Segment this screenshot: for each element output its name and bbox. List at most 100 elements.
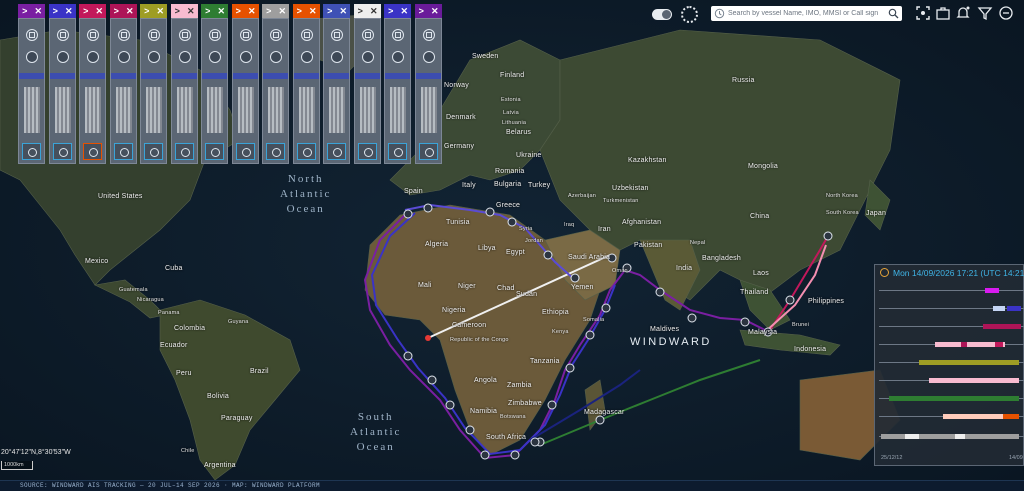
- locate-icon[interactable]: [26, 29, 38, 41]
- timeline-activity-bar[interactable]: [889, 396, 1019, 401]
- satellite-icon[interactable]: [87, 51, 99, 63]
- locate-icon[interactable]: [209, 29, 221, 41]
- satellite-icon[interactable]: [361, 51, 374, 63]
- locate-icon[interactable]: [117, 29, 130, 41]
- close-icon[interactable]: ✕: [123, 4, 137, 18]
- locate-icon[interactable]: [56, 29, 69, 41]
- search-icon[interactable]: [888, 8, 899, 19]
- locate-icon[interactable]: [239, 29, 252, 41]
- vessel-card[interactable]: > ✕: [140, 4, 167, 164]
- timeline-activity-bar[interactable]: [905, 434, 919, 439]
- satellite-icon[interactable]: [117, 51, 130, 63]
- locate-icon[interactable]: [361, 29, 374, 41]
- expand-icon[interactable]: >: [323, 4, 337, 18]
- satellite-icon[interactable]: [148, 51, 160, 63]
- layer-toggle[interactable]: [652, 9, 672, 20]
- satellite-icon[interactable]: [270, 51, 282, 63]
- filter-icon[interactable]: [977, 5, 993, 21]
- locate-icon[interactable]: [300, 29, 313, 41]
- vessel-target-button[interactable]: [296, 143, 316, 160]
- satellite-icon[interactable]: [209, 51, 221, 63]
- expand-icon[interactable]: >: [354, 4, 368, 18]
- vessel-card[interactable]: > ✕: [414, 4, 442, 164]
- close-icon[interactable]: ✕: [367, 4, 381, 18]
- vessel-card[interactable]: > ✕: [384, 4, 411, 164]
- timeline-activity-bar[interactable]: [995, 342, 1003, 347]
- expand-icon[interactable]: >: [18, 4, 32, 18]
- vessel-card[interactable]: > ✕: [353, 4, 381, 164]
- satellite-icon[interactable]: [56, 51, 69, 63]
- locate-icon[interactable]: [392, 29, 404, 41]
- expand-icon[interactable]: >: [415, 4, 429, 18]
- satellite-icon[interactable]: [422, 51, 435, 63]
- vessel-card[interactable]: > ✕: [323, 4, 350, 164]
- focus-icon[interactable]: [915, 5, 931, 21]
- close-icon[interactable]: ✕: [215, 4, 229, 18]
- timeline-activity-bar[interactable]: [943, 414, 1003, 419]
- vessel-search[interactable]: [711, 6, 902, 21]
- close-icon[interactable]: ✕: [337, 4, 351, 18]
- vessel-card[interactable]: > ✕: [48, 4, 76, 164]
- vessel-card[interactable]: > ✕: [262, 4, 289, 164]
- timeline-activity-bar[interactable]: [919, 360, 1019, 365]
- timeline-activity-bar[interactable]: [961, 342, 967, 347]
- close-icon[interactable]: ✕: [245, 4, 259, 18]
- timeline-panel[interactable]: Mon 14/09/2026 17:21 (UTC 14:21) 25/12/1…: [874, 264, 1024, 466]
- locate-icon[interactable]: [87, 29, 99, 41]
- vessel-card[interactable]: > ✕: [201, 4, 228, 164]
- timeline-activity-bar[interactable]: [955, 434, 965, 439]
- expand-icon[interactable]: >: [49, 4, 63, 18]
- close-icon[interactable]: ✕: [154, 4, 168, 18]
- close-icon[interactable]: ✕: [93, 4, 107, 18]
- close-icon[interactable]: ✕: [306, 4, 320, 18]
- close-icon[interactable]: ✕: [62, 4, 76, 18]
- satellite-icon[interactable]: [392, 51, 404, 63]
- expand-icon[interactable]: >: [232, 4, 246, 18]
- vessel-target-button[interactable]: [418, 143, 438, 160]
- close-icon[interactable]: ✕: [32, 4, 46, 18]
- expand-icon[interactable]: >: [201, 4, 215, 18]
- search-input[interactable]: [728, 7, 886, 20]
- vessel-target-button[interactable]: [174, 143, 194, 160]
- locate-icon[interactable]: [331, 29, 343, 41]
- bell-icon[interactable]: [955, 5, 971, 21]
- vessel-card[interactable]: > ✕: [292, 4, 320, 164]
- expand-icon[interactable]: >: [110, 4, 124, 18]
- vessel-target-button[interactable]: [113, 143, 133, 160]
- briefcase-icon[interactable]: [935, 5, 951, 21]
- expand-icon[interactable]: >: [384, 4, 398, 18]
- area-select-icon[interactable]: [681, 6, 698, 23]
- satellite-icon[interactable]: [239, 51, 252, 63]
- expand-icon[interactable]: >: [140, 4, 154, 18]
- satellite-icon[interactable]: [178, 51, 191, 63]
- locate-icon[interactable]: [148, 29, 160, 41]
- locate-icon[interactable]: [422, 29, 435, 41]
- vessel-card[interactable]: > ✕: [109, 4, 137, 164]
- vessel-target-button[interactable]: [388, 143, 407, 160]
- locate-icon[interactable]: [178, 29, 191, 41]
- vessel-card[interactable]: > ✕: [231, 4, 259, 164]
- timeline-activity-bar[interactable]: [985, 288, 999, 293]
- expand-icon[interactable]: >: [262, 4, 276, 18]
- satellite-icon[interactable]: [26, 51, 38, 63]
- vessel-target-button[interactable]: [22, 143, 41, 160]
- timeline-activity-bar[interactable]: [929, 378, 1019, 383]
- timeline-activity-bar[interactable]: [881, 434, 1019, 439]
- vessel-target-button[interactable]: [235, 143, 255, 160]
- satellite-icon[interactable]: [331, 51, 343, 63]
- minus-circle-icon[interactable]: [998, 5, 1014, 21]
- close-icon[interactable]: ✕: [184, 4, 198, 18]
- vessel-target-button[interactable]: [52, 143, 72, 160]
- vessel-target-button[interactable]: [83, 143, 102, 160]
- timeline-activity-bar[interactable]: [983, 324, 1021, 329]
- expand-icon[interactable]: >: [79, 4, 93, 18]
- close-icon[interactable]: ✕: [276, 4, 290, 18]
- vessel-card[interactable]: > ✕: [79, 4, 106, 164]
- vessel-card[interactable]: > ✕: [18, 4, 45, 164]
- expand-icon[interactable]: >: [171, 4, 185, 18]
- close-icon[interactable]: ✕: [428, 4, 442, 18]
- vessel-card[interactable]: > ✕: [170, 4, 198, 164]
- timeline-activity-bar[interactable]: [1003, 414, 1019, 419]
- locate-icon[interactable]: [270, 29, 282, 41]
- vessel-target-button[interactable]: [357, 143, 377, 160]
